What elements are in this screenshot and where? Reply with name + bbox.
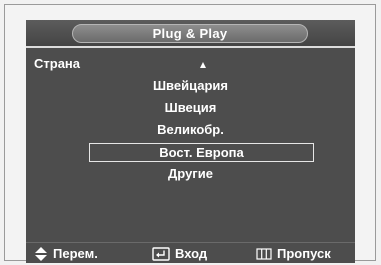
enter-icon — [152, 247, 170, 261]
menu-title: Plug & Play — [72, 24, 308, 43]
enter-hint-label: Вход — [175, 246, 208, 261]
option-eastern-europe-selected[interactable]: Вост. Европа — [89, 143, 314, 162]
title-divider — [26, 46, 355, 48]
osd-panel: Plug & Play Страна Швейцария Швеция Вели… — [26, 20, 355, 263]
skip-hint[interactable]: Пропуск — [256, 247, 331, 261]
option-sweden[interactable]: Швеция — [26, 99, 355, 117]
scroll-up-icon[interactable] — [200, 62, 206, 68]
key-hint-bar: Перем. Вход Пропуск — [26, 242, 355, 263]
move-hint-label: Перем. — [53, 246, 98, 261]
option-other[interactable]: Другие — [26, 165, 355, 183]
skip-hint-label: Пропуск — [277, 246, 331, 261]
option-uk[interactable]: Великобр. — [26, 121, 355, 139]
enter-hint[interactable]: Вход — [152, 247, 207, 261]
up-down-arrows-icon — [35, 247, 47, 261]
country-label: Страна — [34, 56, 81, 71]
menu-grid-icon — [256, 248, 272, 260]
option-switzerland[interactable]: Швейцария — [26, 77, 355, 95]
title-bar: Plug & Play — [26, 20, 355, 46]
move-hint[interactable]: Перем. — [34, 247, 98, 261]
